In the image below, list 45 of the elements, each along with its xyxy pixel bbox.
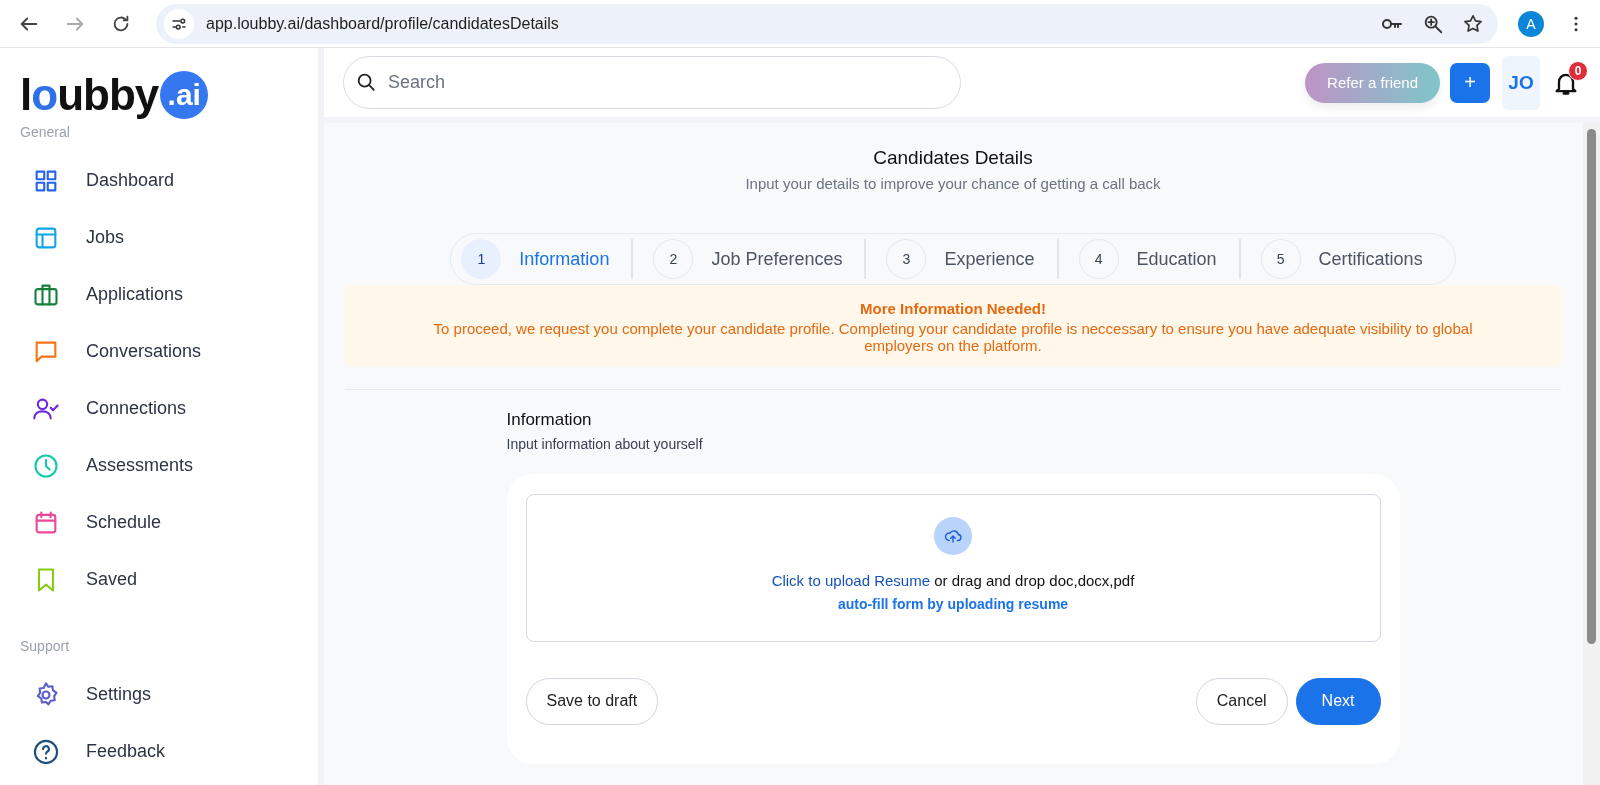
nav-item[interactable]: Jobs	[20, 209, 318, 266]
nav-item[interactable]: Schedule	[20, 494, 318, 551]
alert-message: To proceed, we request you complete your candidate profile. Completing your candidate profile is neccessary to ensure you have adequate visibility to global employers on the platform.	[432, 320, 1474, 355]
nav-item[interactable]: Applications	[20, 266, 318, 323]
help-icon	[32, 737, 60, 766]
step-tab[interactable]: 1 Information	[461, 239, 632, 279]
add-button[interactable]: +	[1450, 62, 1490, 103]
nav-item[interactable]: Conversations	[20, 323, 318, 380]
section-heading: Support	[20, 638, 71, 654]
step-tab[interactable]: 4 Education	[1078, 239, 1239, 279]
page-title: Candidates Details	[873, 147, 1033, 169]
clock-icon	[32, 451, 60, 480]
step-tab[interactable]: 5 Certifications	[1260, 239, 1445, 279]
url-text: app.loubby.ai/dashboard/profile/candidatesDetails	[206, 14, 560, 33]
upload-hint: auto-fill form by uploading resume	[837, 595, 1069, 612]
upload-instructions: Click to upload Resume or drag and drop doc,docx,pdf	[771, 571, 1135, 589]
search-field[interactable]: Search	[343, 56, 961, 109]
nav-item[interactable]: Saved	[20, 551, 318, 608]
next-button[interactable]: Next	[1295, 677, 1381, 725]
nav-item[interactable]: Feedback	[20, 723, 318, 780]
step-tab[interactable]: 3 Experience	[886, 239, 1057, 279]
upload-link[interactable]: Click to upload Resume	[771, 571, 931, 589]
logo-badge: .ai	[160, 71, 209, 119]
logo-wordmark: loubby	[20, 73, 159, 117]
address-bar[interactable]: app.loubby.ai/dashboard/profile/candidatesDetails	[156, 3, 1498, 44]
nav-item[interactable]: Assessments	[20, 437, 318, 494]
alert-title: More Information Needed!	[859, 300, 1047, 317]
section-subtitle: Input information about yourself	[506, 435, 704, 452]
save-draft-button[interactable]: Save to draft	[525, 677, 659, 725]
section-title: Information	[506, 409, 593, 430]
page-subtitle: Input your details to improve your chance of getting a call back	[745, 175, 1161, 192]
nav-item[interactable]: Connections	[20, 380, 318, 437]
search-icon	[355, 71, 377, 93]
section-heading: General	[20, 124, 71, 140]
star-icon[interactable]	[1462, 12, 1484, 35]
profile-avatar[interactable]: A	[1518, 10, 1544, 37]
user-avatar[interactable]: JO	[1502, 55, 1540, 110]
notification-badge: 0	[1568, 60, 1588, 81]
step-tab[interactable]: 2 Job Preferences	[653, 239, 865, 279]
upload-dropzone[interactable]: Click to upload Resume or drag and drop doc,docx,pdf auto-fill form by uploading resume	[525, 493, 1381, 642]
nav-item[interactable]: Dashboard	[20, 152, 318, 209]
step-number: 1	[461, 239, 502, 279]
cancel-button[interactable]: Cancel	[1195, 677, 1288, 725]
scrollbar[interactable]	[1583, 123, 1600, 785]
nav-item[interactable]: Settings	[20, 666, 318, 723]
